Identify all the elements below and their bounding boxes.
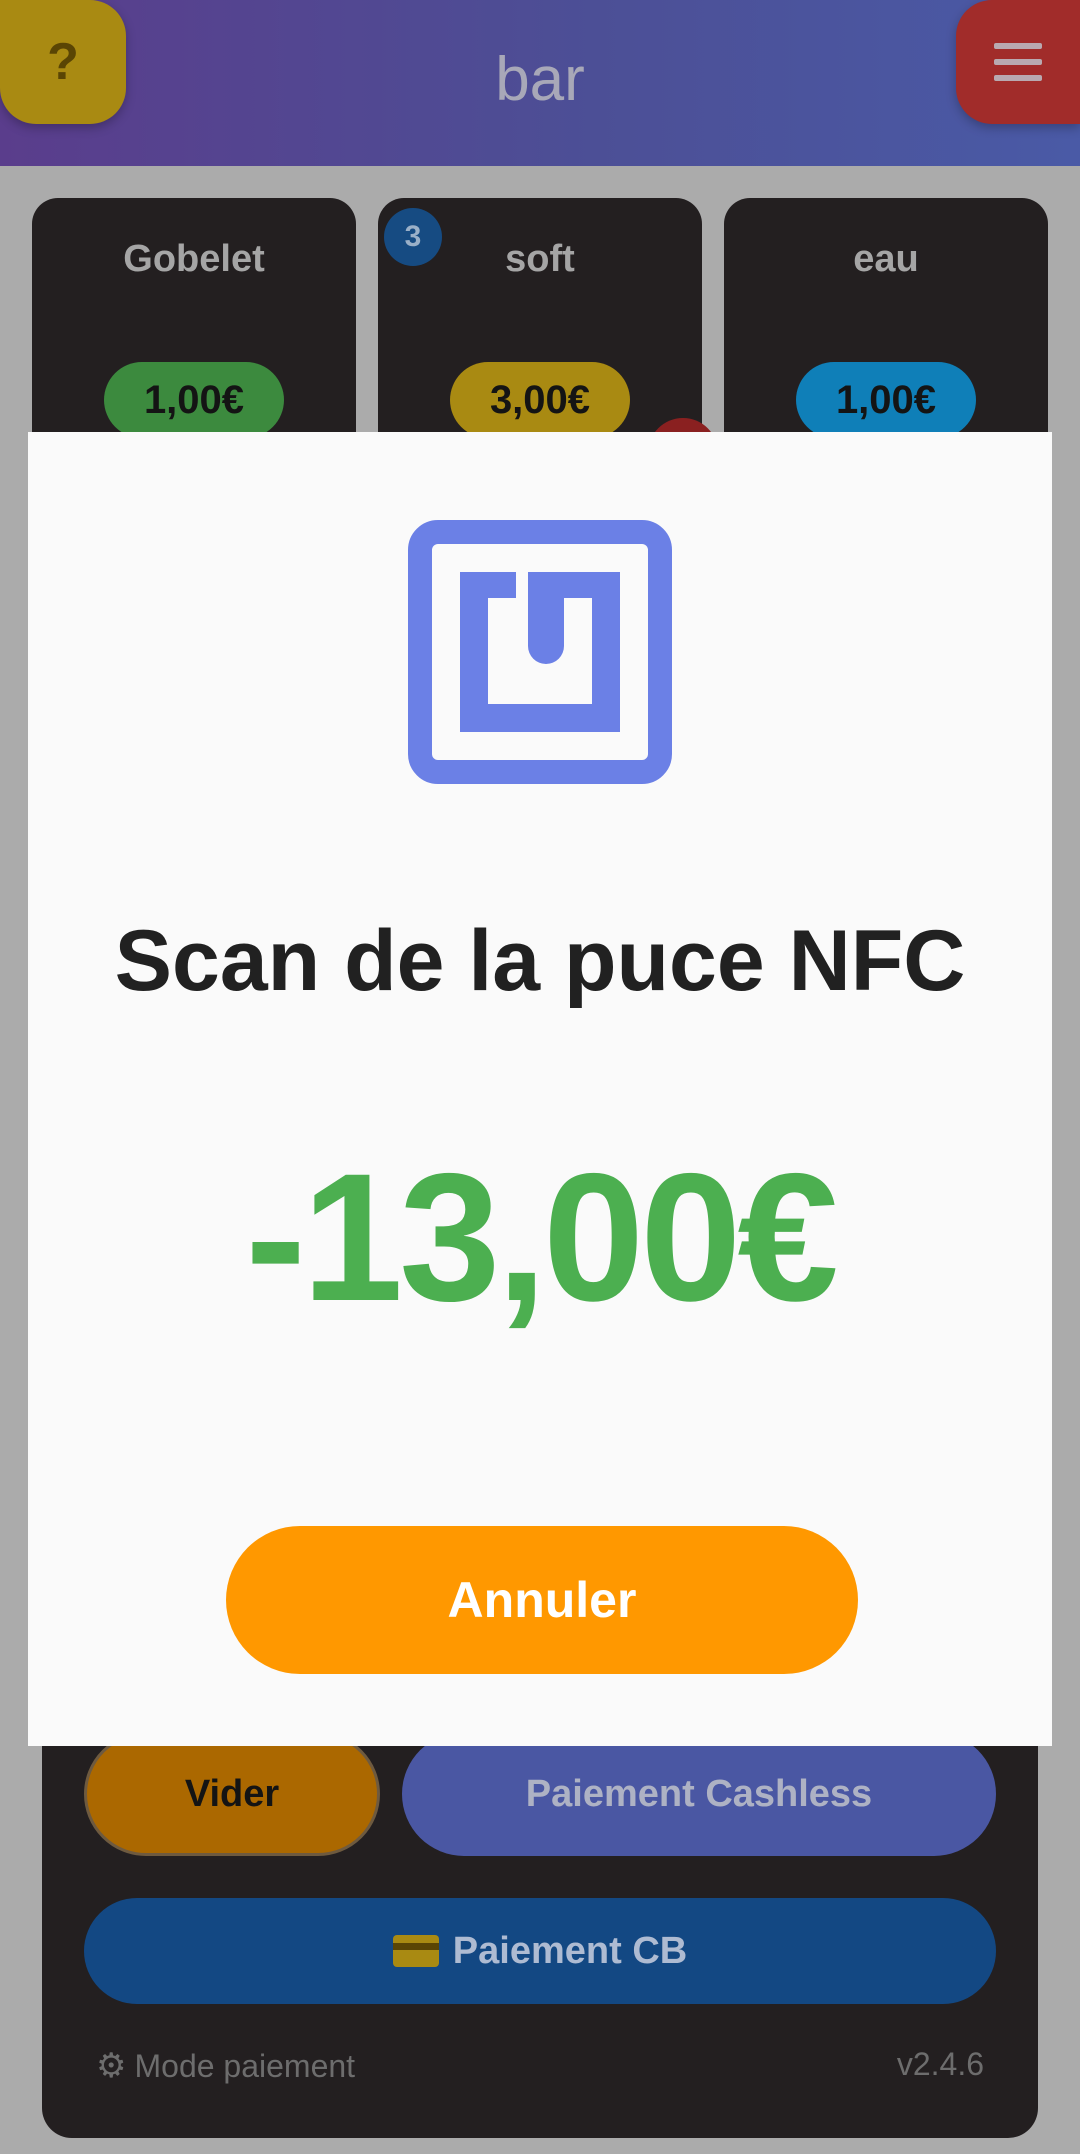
payment-mode-label: Mode paiement	[134, 2047, 356, 2084]
product-card-eau[interactable]: eau 1,00€	[724, 198, 1048, 458]
product-card-gobelet[interactable]: Gobelet 1,00€	[32, 198, 356, 458]
menu-line	[994, 75, 1042, 81]
product-name: Gobelet	[123, 238, 265, 280]
menu-line	[994, 59, 1042, 65]
page-title: bar	[495, 45, 585, 114]
product-price: 3,00€	[450, 362, 630, 438]
app-header: ? bar	[0, 0, 1080, 166]
nfc-scan-modal: Scan de la puce NFC -13,00€ Annuler	[28, 432, 1052, 1746]
product-price: 1,00€	[796, 362, 976, 438]
gear-icon: ⚙	[96, 2047, 127, 2085]
product-name: eau	[853, 238, 919, 280]
cancel-button[interactable]: Annuler	[226, 1526, 858, 1674]
payment-mode-link[interactable]: ⚙ Mode paiement	[96, 2046, 355, 2086]
help-label: ?	[47, 33, 79, 91]
menu-line	[994, 43, 1042, 49]
card-payment-button[interactable]: Paiement CB	[84, 1898, 996, 2004]
version-label: v2.4.6	[896, 2046, 984, 2082]
product-price: 1,00€	[104, 362, 284, 438]
help-button[interactable]: ?	[0, 0, 126, 124]
card-payment-label: Paiement CB	[452, 1929, 688, 1972]
nfc-icon	[408, 520, 672, 784]
quantity-badge: 3	[384, 208, 442, 266]
hamburger-menu-icon[interactable]	[956, 0, 1080, 124]
payment-amount: -13,00€	[245, 1135, 838, 1339]
modal-title: Scan de la puce NFC	[114, 913, 966, 1009]
credit-card-icon	[392, 1935, 439, 1967]
empty-cart-button[interactable]: Vider	[84, 1732, 380, 1856]
cashless-payment-button[interactable]: Paiement Cashless	[402, 1732, 996, 1856]
